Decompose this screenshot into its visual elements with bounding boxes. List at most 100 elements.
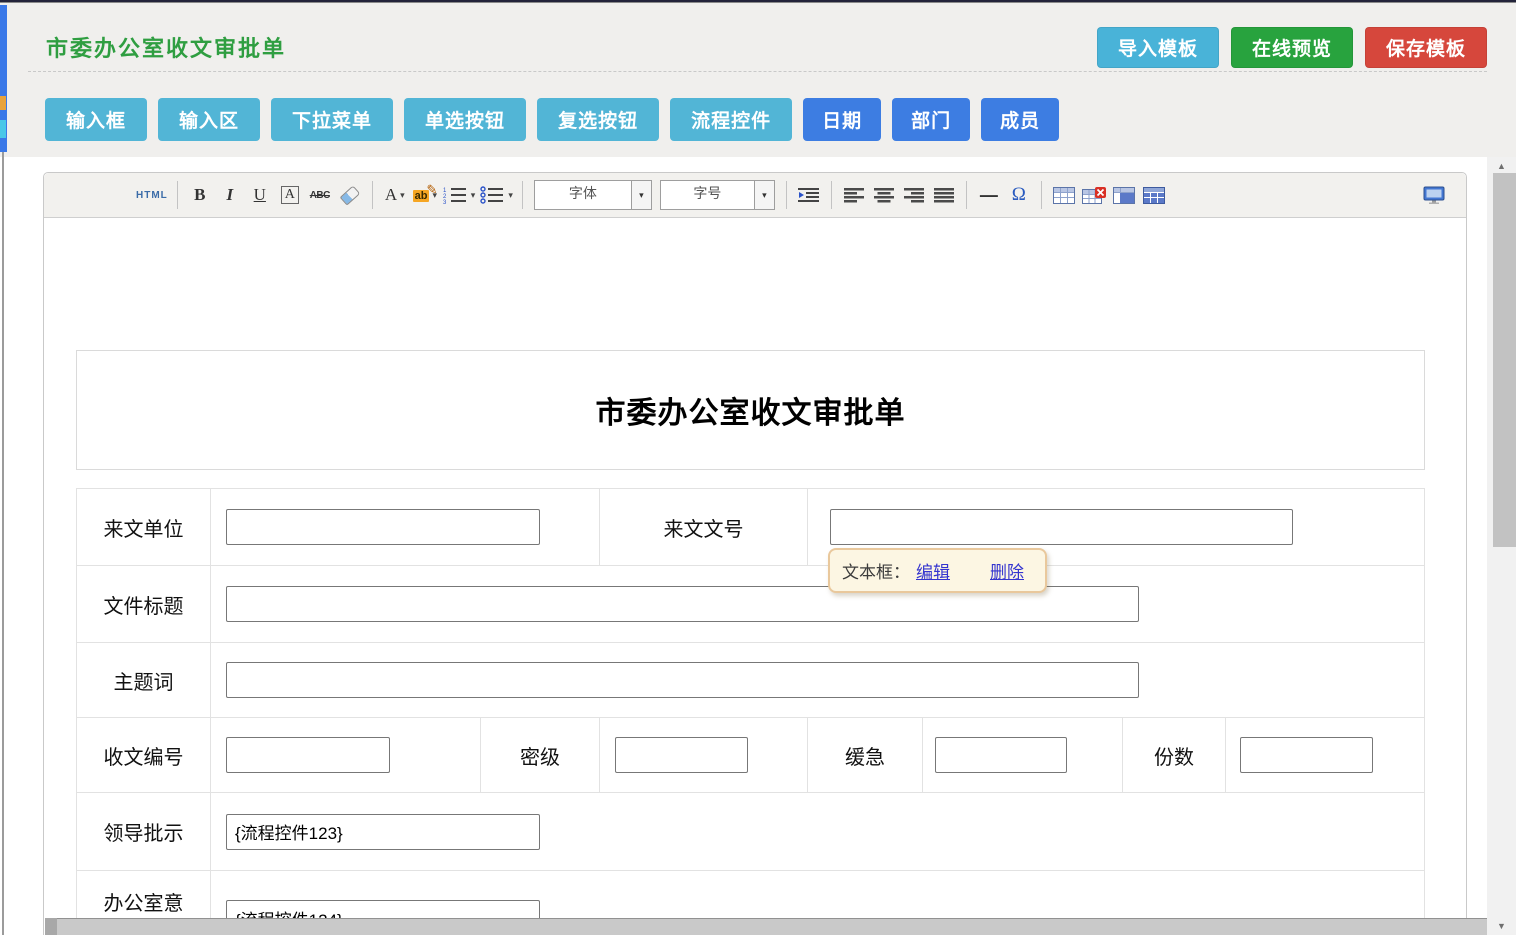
toolbar-separator [1041,181,1042,209]
table-properties-icon [1143,187,1165,204]
widget-radio-button[interactable]: 单选按钮 [404,98,526,141]
align-justify-icon [933,187,955,204]
subject-label: 主题词 [77,643,210,717]
receipt-no-cell [210,718,480,792]
delete-table-button[interactable] [1081,180,1107,210]
table-row: 文件标题 [77,565,1424,642]
source-unit-label: 来文单位 [77,489,210,565]
field-edit-tooltip: 文本框： 编辑 删除 [828,548,1047,593]
subject-input[interactable] [226,662,1139,698]
toolbar-separator [831,181,832,209]
underline-button[interactable]: U [247,180,273,210]
scrollbar-thumb[interactable] [1493,173,1516,547]
window-top-edge [0,0,1516,3]
align-justify-button[interactable] [931,180,957,210]
source-unit-cell [210,489,599,565]
page-title: 市委办公室收文审批单 [46,31,286,63]
eraser-icon [339,185,360,205]
secrecy-label: 密级 [480,718,599,792]
doc-number-input[interactable] [830,509,1293,545]
fullscreen-button[interactable] [1421,180,1447,210]
leader-comment-label: 领导批示 [77,793,210,870]
toolbar-separator [177,181,178,209]
chevron-down-icon: ▾ [508,190,513,201]
edit-field-link[interactable]: 编辑 [916,558,950,583]
chevron-down-icon: ▾ [754,181,774,209]
widget-dropdown-button[interactable]: 下拉菜单 [271,98,393,141]
font-color-a-icon: A [385,185,397,205]
align-left-button[interactable] [841,180,867,210]
align-right-button[interactable] [901,180,927,210]
align-right-icon [903,187,925,204]
subject-cell [210,643,1424,717]
leader-comment-input[interactable] [226,814,540,850]
align-center-button[interactable] [871,180,897,210]
receipt-no-input[interactable] [226,737,390,773]
toolbar-separator [372,181,373,209]
italic-button[interactable]: I [217,180,243,210]
urgency-label: 缓急 [807,718,922,792]
vertical-scrollbar[interactable]: ▲ ▼ [1487,157,1516,935]
widget-flow-control-button[interactable]: 流程控件 [670,98,792,141]
font-family-select[interactable]: 字体 ▾ [534,180,652,210]
header-divider [28,71,1487,72]
strikethrough-button[interactable]: ABC [307,180,333,210]
source-unit-input[interactable] [226,509,540,545]
horizontal-rule-button[interactable]: — [976,180,1002,210]
remove-format-button[interactable] [337,180,363,210]
app-screen: 市委办公室收文审批单 导入模板 在线预览 保存模板 输入框 输入区 下拉菜单 单… [0,0,1516,935]
table-row: 来文单位 来文文号 [77,489,1424,565]
save-template-button[interactable]: 保存模板 [1365,27,1487,68]
copies-input[interactable] [1240,737,1373,773]
urgency-input[interactable] [935,737,1067,773]
table-delete-icon [1082,187,1106,204]
import-template-button[interactable]: 导入模板 [1097,27,1219,68]
align-center-icon [873,187,895,204]
widget-button-row: 输入框 输入区 下拉菜单 单选按钮 复选按钮 流程控件 日期 部门 成员 [45,98,1059,141]
widget-department-button[interactable]: 部门 [892,98,970,141]
background-window-fragment [0,96,6,110]
ordered-list-icon: 1 2 3 [442,186,468,204]
font-color-button[interactable]: A▾ [382,180,408,210]
widget-date-button[interactable]: 日期 [803,98,881,141]
html-source-button[interactable]: HTML [136,180,168,210]
indent-button[interactable] [796,180,822,210]
pencil-icon: ✎ [427,182,438,198]
svg-text:3: 3 [443,200,447,204]
text-style-button[interactable]: A [277,180,303,210]
widget-checkbox-button[interactable]: 复选按钮 [537,98,659,141]
insert-table-button[interactable] [1051,180,1077,210]
editor-toolbar: HTML B I U A ABC A▾ ab ✎ ▾ 1 2 3 [44,173,1466,218]
merge-cell-icon [1113,187,1135,204]
highlight-color-button[interactable]: ab ✎ ▾ [412,180,438,210]
table-row: 收文编号 密级 缓急 份数 [77,717,1424,792]
urgency-cell [922,718,1122,792]
scroll-up-button[interactable]: ▲ [1487,159,1516,173]
secrecy-input[interactable] [615,737,748,773]
scroll-down-button[interactable]: ▼ [1487,919,1516,933]
widget-input-box-button[interactable]: 输入框 [45,98,147,141]
chevron-down-icon: ▾ [471,190,476,201]
header-actions: 导入模板 在线预览 保存模板 [1097,27,1487,68]
form-table: 来文单位 来文文号 文件标题 主题词 [76,488,1425,935]
widget-textarea-button[interactable]: 输入区 [158,98,260,141]
secrecy-cell [599,718,807,792]
widget-member-button[interactable]: 成员 [981,98,1059,141]
font-size-select[interactable]: 字号 ▾ [660,180,775,210]
table-row: 主题词 [77,642,1424,717]
indent-icon [797,187,821,203]
bold-button[interactable]: B [187,180,213,210]
special-char-button[interactable]: Ω [1006,180,1032,210]
doc-number-label: 来文文号 [599,489,807,565]
unordered-list-button[interactable]: ▾ [479,180,513,210]
table-row: 领导批示 [77,792,1424,870]
online-preview-button[interactable]: 在线预览 [1231,27,1353,68]
background-window-fragment [0,120,6,138]
merge-cell-button[interactable] [1111,180,1137,210]
delete-field-link[interactable]: 删除 [990,558,1024,583]
doc-title-label: 文件标题 [77,566,210,642]
doc-title-cell [210,566,1424,642]
align-left-icon [843,187,865,204]
table-properties-button[interactable] [1141,180,1167,210]
ordered-list-button[interactable]: 1 2 3 ▾ [442,180,476,210]
